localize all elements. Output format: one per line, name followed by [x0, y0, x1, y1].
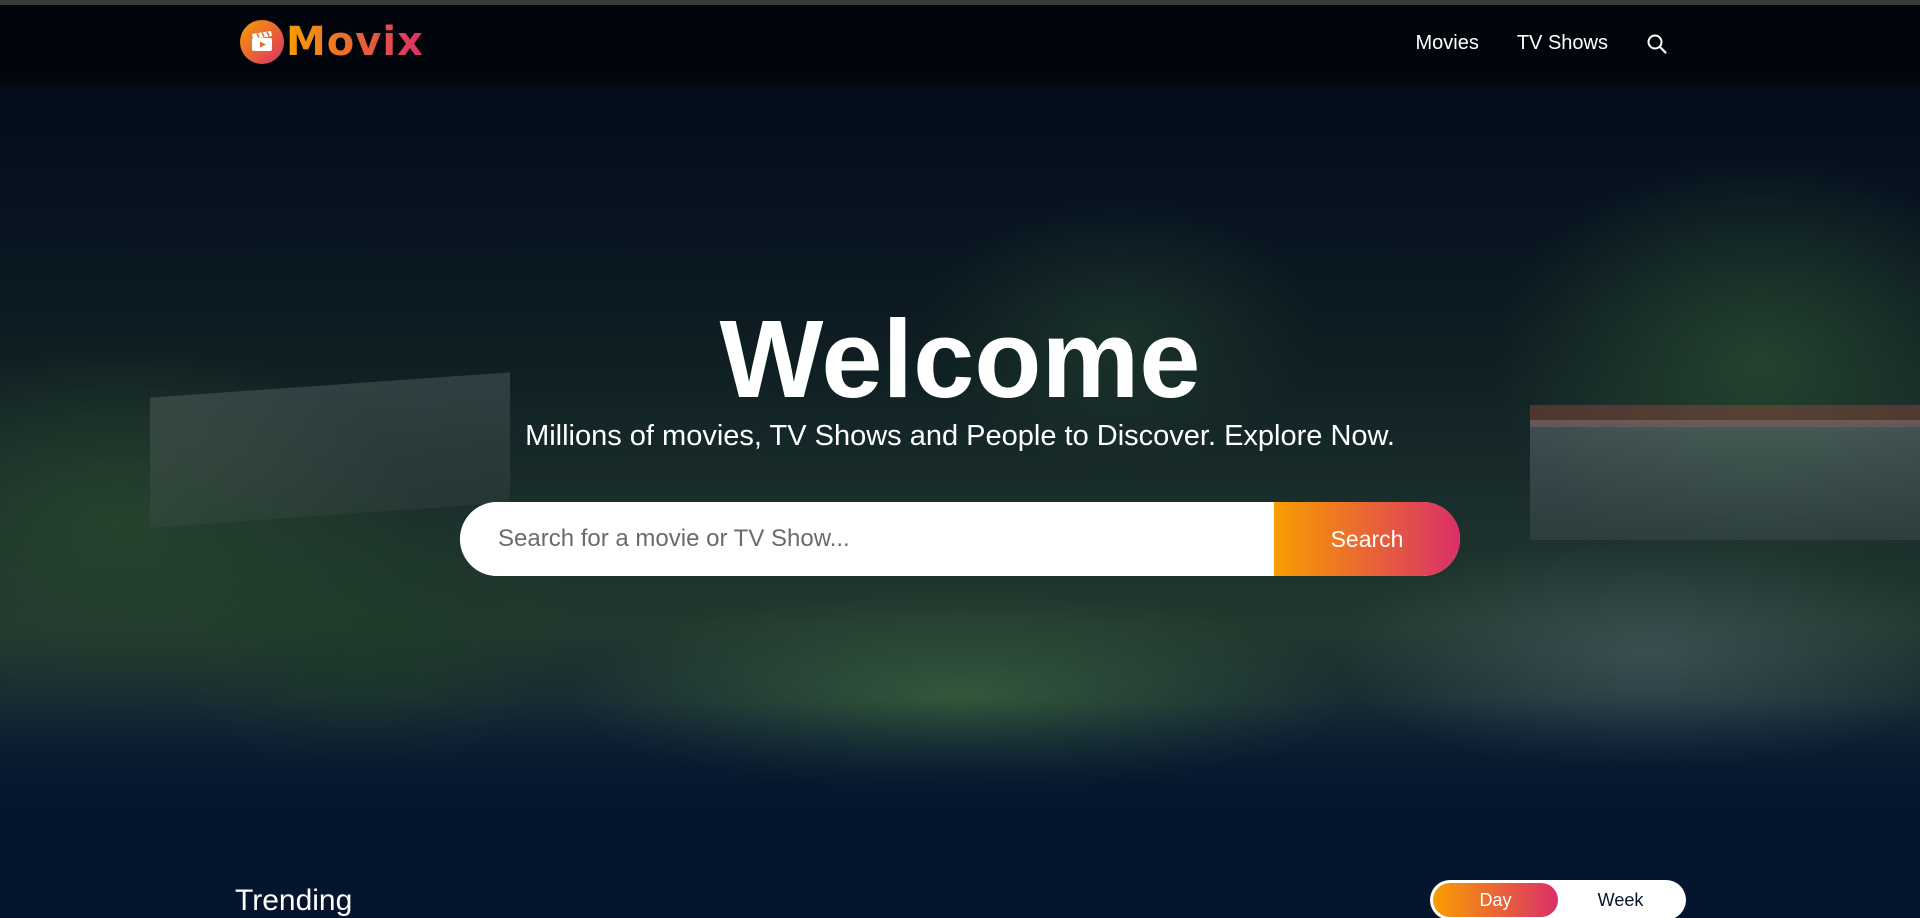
nav-item-tv-shows[interactable]: TV Shows [1517, 32, 1608, 55]
hero-search-button[interactable]: Search [1274, 502, 1460, 576]
tab-day[interactable]: Day [1433, 883, 1558, 917]
hero-search-bar: Search [460, 502, 1460, 576]
trending-title: Trending [235, 884, 353, 917]
hero-search-input[interactable] [460, 502, 1274, 576]
logo[interactable]: Movix [240, 20, 424, 64]
hero-subtitle: Millions of movies, TV Shows and People … [525, 420, 1395, 452]
logo-text: Movix [286, 19, 424, 65]
logo-badge-icon [240, 20, 284, 64]
nav-item-movies[interactable]: Movies [1415, 32, 1478, 55]
hero-title: Welcome [719, 298, 1201, 421]
main-nav: Movies TV Shows [1415, 32, 1668, 55]
site-header: Movix Movies TV Shows [0, 5, 1920, 83]
clapperboard-icon [252, 31, 272, 51]
trending-time-switch: Day Week [1430, 880, 1686, 918]
search-icon[interactable] [1646, 33, 1668, 55]
tab-week[interactable]: Week [1558, 883, 1683, 917]
